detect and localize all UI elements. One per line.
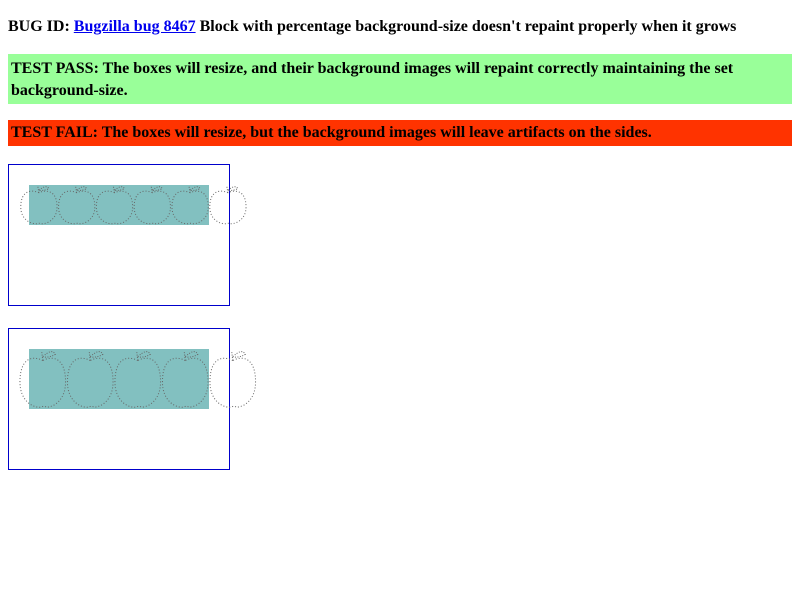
test-fail-text: The boxes will resize, but the backgroun…: [101, 124, 652, 141]
bug-id-prefix: BUG ID:: [8, 18, 74, 35]
apple-icon: [133, 186, 171, 225]
bugzilla-bug-link[interactable]: Bugzilla bug 8467: [74, 18, 196, 35]
apple-background-pattern: [20, 186, 247, 225]
apple-icon: [161, 351, 209, 408]
apple-icon: [114, 351, 162, 408]
test-pass-label: TEST PASS:: [11, 60, 103, 77]
apple-background-pattern: [19, 351, 257, 408]
test-fail-banner: TEST FAIL: The boxes will resize, but th…: [8, 120, 792, 146]
apple-icon: [19, 351, 67, 408]
test-pass-banner: TEST PASS: The boxes will resize, and th…: [8, 54, 792, 104]
test-box-small-apples: [8, 164, 247, 306]
apple-icon: [209, 351, 257, 408]
apple-icon: [171, 186, 209, 225]
bug-id-line: BUG ID: Bugzilla bug 8467 Block with per…: [8, 18, 792, 36]
bug-description: Block with percentage background-size do…: [195, 18, 737, 35]
apple-icon: [58, 186, 96, 225]
apple-icon: [20, 186, 58, 225]
test-fail-label: TEST FAIL:: [11, 124, 102, 141]
test-pass-text: The boxes will resize, and their backgro…: [11, 60, 734, 99]
apple-icon: [209, 186, 247, 225]
apple-icon: [66, 351, 114, 408]
test-box-large-apples: [8, 328, 257, 470]
apple-icon: [95, 186, 134, 225]
